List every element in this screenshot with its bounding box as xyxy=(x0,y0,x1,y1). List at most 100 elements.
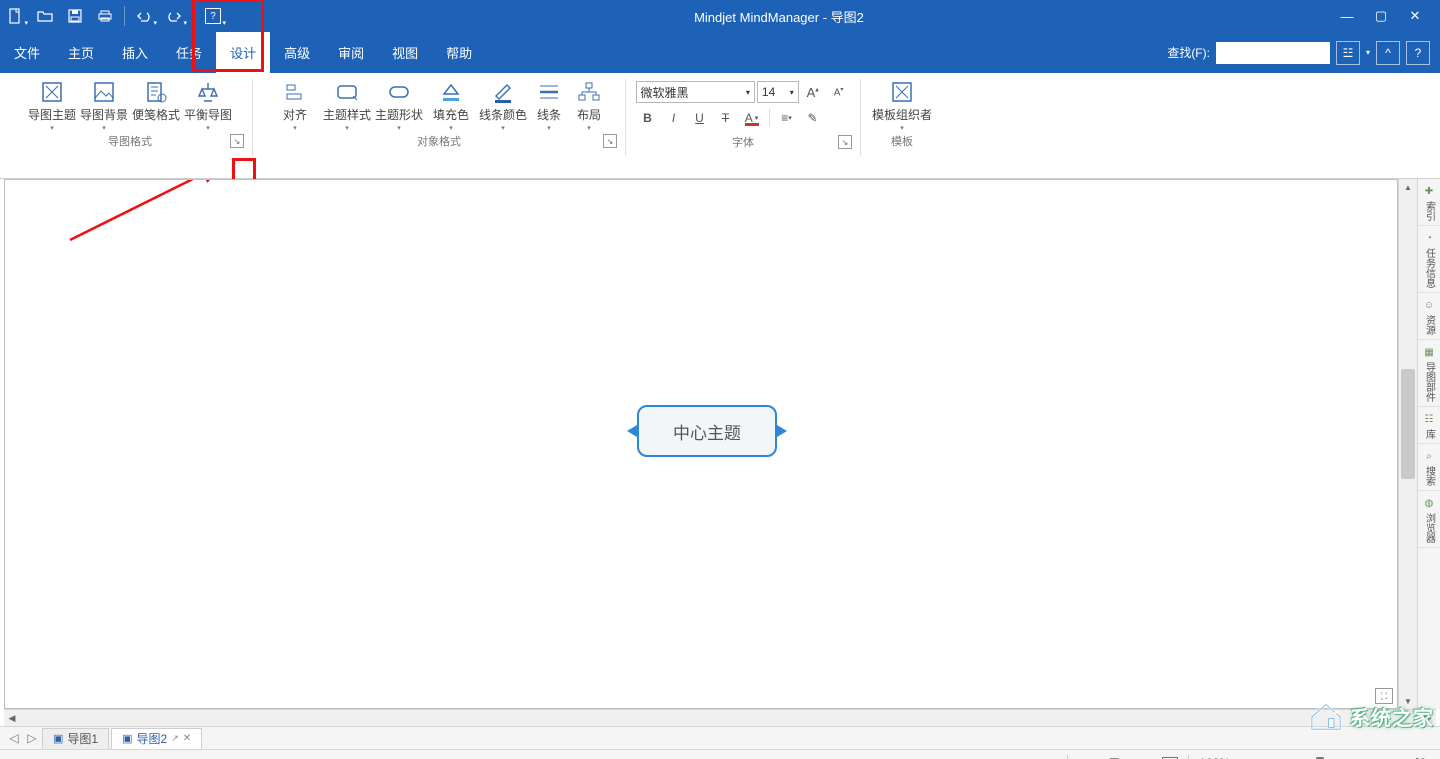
caret-down-icon: ▾ xyxy=(397,124,401,132)
ruler-icon[interactable]: ☳ xyxy=(1336,41,1360,65)
vertical-scrollbar[interactable]: ▲ ▼ xyxy=(1398,179,1417,709)
fit-window-button[interactable]: ⛶ xyxy=(1408,752,1432,759)
ribbon-layout[interactable]: 布局 ▾ xyxy=(569,77,609,132)
qat-print-button[interactable] xyxy=(91,2,119,30)
font-color-button[interactable]: A▾ xyxy=(740,107,764,129)
color-swatch xyxy=(745,123,759,126)
scroll-thumb[interactable] xyxy=(1401,369,1415,479)
scroll-left-icon[interactable]: ◀ xyxy=(4,713,20,724)
menu-advanced[interactable]: 高级 xyxy=(270,32,324,73)
gantt-view-button[interactable]: ▥ xyxy=(1130,752,1154,759)
ribbon-align[interactable]: 对齐 ▾ xyxy=(269,77,321,132)
maximize-button[interactable]: ▢ xyxy=(1364,2,1398,30)
side-index[interactable]: ✚索引 xyxy=(1418,179,1440,226)
scroll-up-icon[interactable]: ▲ xyxy=(1399,179,1417,195)
ribbon-group-title: 字体 ↘ xyxy=(632,133,854,151)
caret-down-icon[interactable]: ▾ xyxy=(1366,48,1370,57)
ribbon-note-format[interactable]: 便笺格式 xyxy=(130,77,182,122)
clear-format-icon: ✎ xyxy=(807,111,817,125)
dialog-launcher-icon[interactable]: ↘ xyxy=(603,134,617,148)
underline-button[interactable]: U xyxy=(688,107,712,129)
minimize-button[interactable]: — xyxy=(1330,2,1364,30)
menu-home[interactable]: 主页 xyxy=(54,32,108,73)
side-resources[interactable]: ☺资源 xyxy=(1418,293,1440,340)
ribbon-map-theme[interactable]: 导图主题 ▾ xyxy=(26,77,78,132)
calendar-button[interactable]: 24 xyxy=(1158,752,1182,759)
ribbon-group-title: 导图格式 ↘ xyxy=(14,132,246,150)
new-file-icon xyxy=(7,8,23,24)
ribbon-topic-shape[interactable]: 主题形状 ▾ xyxy=(373,77,425,132)
menu-review[interactable]: 审阅 xyxy=(324,32,378,73)
menu-file[interactable]: 文件 xyxy=(0,32,54,73)
map-theme-icon xyxy=(39,79,65,105)
qat-help-button[interactable]: ? ▾ xyxy=(199,2,227,30)
close-tab-icon[interactable]: ✕ xyxy=(183,733,191,744)
font-name-combo[interactable]: 微软雅黑▾ xyxy=(636,81,755,103)
close-button[interactable]: ✕ xyxy=(1398,2,1432,30)
line-icon xyxy=(536,79,562,105)
tab-scroll-left[interactable]: ◁ xyxy=(6,731,22,745)
help-icon[interactable]: ? xyxy=(1406,41,1430,65)
outline-view-button[interactable]: ☰ xyxy=(1102,752,1126,759)
undo-icon xyxy=(136,8,152,24)
clear-format-button[interactable]: ✎ xyxy=(801,107,825,129)
collapse-ribbon-icon[interactable]: ^ xyxy=(1376,41,1400,65)
tab-scroll-right[interactable]: ▷ xyxy=(24,731,40,745)
strikethrough-button[interactable]: T xyxy=(714,107,738,129)
filter-button[interactable]: ▼▾ xyxy=(1037,752,1061,759)
menu-insert[interactable]: 插入 xyxy=(108,32,162,73)
doc-tab-2[interactable]: ▣ 导图2 ↗ ✕ xyxy=(111,728,202,749)
separator xyxy=(1067,755,1068,759)
central-topic-text: 中心主题 xyxy=(673,419,741,444)
ribbon-map-background[interactable]: 导图背景 ▾ xyxy=(78,77,130,132)
italic-button[interactable]: I xyxy=(662,107,686,129)
qat-new-button[interactable]: ▾ xyxy=(1,2,29,30)
side-library[interactable]: ☷库 xyxy=(1418,407,1440,444)
qat-undo-button[interactable]: ▾ xyxy=(130,2,158,30)
document-tabs: ◁ ▷ ▣ 导图1 ▣ 导图2 ↗ ✕ xyxy=(0,726,1440,749)
watermark-text: 系统之家 xyxy=(1350,702,1434,731)
grow-font-button[interactable]: A▴ xyxy=(801,81,825,103)
ribbon-template-organizer[interactable]: 模板组织者 ▾ xyxy=(872,77,932,132)
view-map-button[interactable]: ▤ xyxy=(1009,752,1033,759)
template-icon xyxy=(889,79,915,105)
zoom-out-button[interactable]: − xyxy=(1238,752,1262,759)
doc-tab-1[interactable]: ▣ 导图1 xyxy=(42,728,109,749)
qat-redo-button[interactable]: ▾ xyxy=(160,2,188,30)
popout-icon[interactable]: ↗ xyxy=(171,733,179,744)
dialog-launcher-icon[interactable]: ↘ xyxy=(230,134,244,148)
search-icon: ⌕ xyxy=(1421,448,1437,464)
side-map-parts[interactable]: ▦导图部件 xyxy=(1418,340,1440,407)
shrink-font-button[interactable]: A▾ xyxy=(827,81,851,103)
caret-down-icon: ▾ xyxy=(222,19,226,27)
side-search[interactable]: ⌕搜索 xyxy=(1418,444,1440,491)
canvas[interactable]: 中心主题 ⛶ xyxy=(4,179,1398,709)
menu-help[interactable]: 帮助 xyxy=(432,32,486,73)
bold-button[interactable]: B xyxy=(636,107,660,129)
align-icon xyxy=(282,79,308,105)
side-task-info[interactable]: ◔任务信息 xyxy=(1418,226,1440,293)
ribbon-line[interactable]: 线条 ▾ xyxy=(529,77,569,132)
align-button[interactable]: ≡▾ xyxy=(775,107,799,129)
font-size-combo[interactable]: 14▾ xyxy=(757,81,799,103)
ribbon-line-color[interactable]: 线条颜色 ▾ xyxy=(477,77,529,132)
find-input[interactable] xyxy=(1216,42,1330,64)
horizontal-scrollbar[interactable]: ◀ ▶ xyxy=(4,709,1436,726)
menu-view[interactable]: 视图 xyxy=(378,32,432,73)
caret-down-icon: ▾ xyxy=(206,124,210,132)
qat-open-button[interactable] xyxy=(31,2,59,30)
menu-task[interactable]: 任务 xyxy=(162,32,216,73)
target-button[interactable]: ◎▾ xyxy=(1074,752,1098,759)
caret-down-icon: ▾ xyxy=(788,114,792,122)
ribbon-balance-map[interactable]: 平衡导图 ▾ xyxy=(182,77,234,132)
dialog-launcher-icon[interactable]: ↘ xyxy=(838,135,852,149)
central-topic[interactable]: 中心主题 xyxy=(637,405,777,457)
zoom-in-button[interactable]: + xyxy=(1380,752,1404,759)
qat-save-button[interactable] xyxy=(61,2,89,30)
ribbon-fill-color[interactable]: 填充色 ▾ xyxy=(425,77,477,132)
caret-down-icon: ▾ xyxy=(293,124,297,132)
menu-design[interactable]: 设计 xyxy=(216,32,270,73)
side-browser[interactable]: ◍浏览器 xyxy=(1418,491,1440,548)
balance-icon xyxy=(195,79,221,105)
ribbon-topic-style[interactable]: 主题样式 ▾ xyxy=(321,77,373,132)
